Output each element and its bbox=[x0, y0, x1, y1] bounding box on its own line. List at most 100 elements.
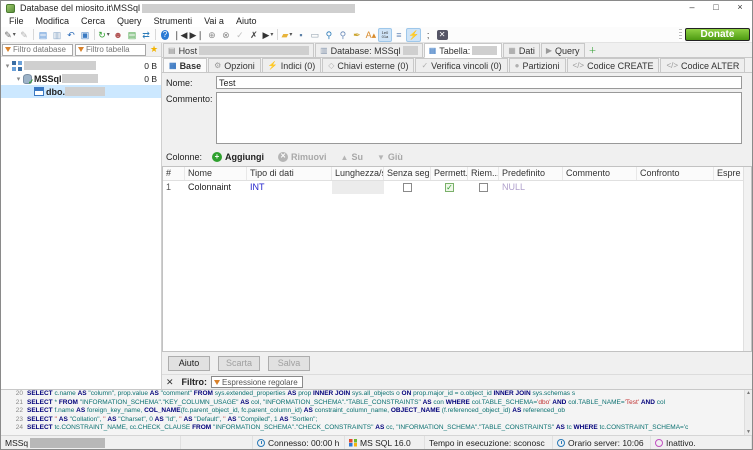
log-scrollbar[interactable]: ▲ ▼ bbox=[744, 390, 752, 435]
sql-log-line[interactable]: 22 SELECT f.name AS foreign_key_name, COL… bbox=[1, 407, 752, 416]
save-button[interactable]: Salva bbox=[268, 355, 310, 371]
cell-collation[interactable] bbox=[637, 181, 714, 194]
grid-header-predefinito[interactable]: Predefinito bbox=[499, 167, 563, 180]
donate-button[interactable]: Donate bbox=[685, 28, 750, 41]
tab-table[interactable]: ▦ Tabella: bbox=[423, 43, 503, 58]
cell-num[interactable]: 1 bbox=[163, 181, 185, 194]
subtab-base[interactable]: ▦ Base bbox=[163, 58, 208, 72]
sql-log-line[interactable]: 24 SELECT tc.CONSTRAINT_NAME, cc.CHECK_CL… bbox=[1, 424, 752, 433]
minimize-button[interactable]: – bbox=[680, 1, 704, 15]
name-input[interactable] bbox=[216, 76, 742, 89]
toolbar-stop-icon[interactable]: ✕ bbox=[435, 28, 449, 42]
scroll-down-icon[interactable]: ▼ bbox=[746, 429, 751, 435]
menu-cerca[interactable]: Cerca bbox=[75, 15, 111, 27]
toolbar-cancel-record-icon[interactable]: ⊗ bbox=[219, 28, 233, 42]
tree-node-database[interactable]: ▾ MSSql 0 B bbox=[1, 72, 161, 86]
toolbar-case-warning-icon[interactable]: A▴ bbox=[364, 28, 378, 42]
toolbar-format-brush-icon[interactable]: ✒ bbox=[350, 28, 364, 42]
cell-type[interactable]: INT bbox=[247, 181, 332, 194]
grid-header-riem[interactable]: Riem... bbox=[468, 167, 499, 180]
tree-node-server[interactable]: ▾ 0 B bbox=[1, 59, 161, 72]
scroll-up-icon[interactable]: ▲ bbox=[746, 390, 751, 396]
toolbar-run-query-icon[interactable]: ▶ ▾ bbox=[261, 28, 275, 42]
grid-header-tipo-di-dati[interactable]: Tipo di dati bbox=[247, 167, 332, 180]
cell-length[interactable] bbox=[332, 181, 384, 194]
tree-expander-icon[interactable]: ▾ bbox=[14, 75, 23, 83]
cell-name[interactable]: Colonnaint bbox=[185, 181, 247, 194]
table-row[interactable]: 1 Colonnaint INT ✓ NULL bbox=[163, 181, 751, 194]
move-up-button[interactable]: ▲ Su bbox=[341, 152, 363, 162]
zerofill-checkbox[interactable] bbox=[479, 183, 488, 192]
toolbar-copy-icon[interactable]: ▤ bbox=[36, 28, 50, 42]
close-filter-icon[interactable]: ✕ bbox=[166, 377, 174, 388]
sql-log-line[interactable]: 20 SELECT c.name AS "column", prop.value … bbox=[1, 390, 752, 399]
unsigned-checkbox[interactable] bbox=[403, 183, 412, 192]
tab-host[interactable]: ▤ Host bbox=[163, 43, 315, 57]
toolbar-post-record-icon[interactable]: ✓ bbox=[233, 28, 247, 42]
toolbar-wrap-lines-icon[interactable]: ≡ bbox=[392, 28, 406, 42]
sql-log-line[interactable]: 23 SELECT '' AS "Collation", '' AS "Chars… bbox=[1, 416, 752, 425]
menu-vai-a[interactable]: Vai a bbox=[198, 15, 230, 27]
grid-header-confronto[interactable]: Confronto bbox=[637, 167, 714, 180]
toolbar-drag-handle[interactable] bbox=[679, 29, 682, 41]
tree-expander-icon[interactable]: ▾ bbox=[3, 62, 12, 70]
log-filter-input[interactable]: Espressione regolare bbox=[211, 376, 304, 388]
toolbar-semicolon-icon[interactable]: ; bbox=[421, 28, 435, 42]
subtab-options[interactable]: ⚙ Opzioni bbox=[208, 58, 261, 72]
toolbar-undo-icon[interactable]: ↶ bbox=[64, 28, 78, 42]
toolbar-disconnect-icon[interactable]: ✎ bbox=[17, 28, 31, 42]
tree-node-table[interactable]: dbo. bbox=[1, 85, 161, 98]
toolbar-delete-record-icon[interactable]: ✗ bbox=[247, 28, 261, 42]
maximize-button[interactable]: □ bbox=[704, 1, 728, 15]
allow-null-checkbox[interactable]: ✓ bbox=[445, 183, 454, 192]
cell-default[interactable]: NULL bbox=[499, 181, 563, 194]
toolbar-monitor-icon[interactable]: ▭ bbox=[308, 28, 322, 42]
toolbar-refresh-icon[interactable]: ↻ ▾ bbox=[97, 28, 111, 42]
toolbar-find-replace-icon[interactable]: ⚲ bbox=[336, 28, 350, 42]
cell-expression[interactable] bbox=[714, 181, 746, 194]
grid-header-senza-segno[interactable]: Senza segno bbox=[384, 167, 431, 180]
menu-file[interactable]: File bbox=[3, 15, 30, 27]
grid-header-nome[interactable]: Nome bbox=[185, 167, 247, 180]
sql-log-line[interactable]: 21 SELECT * FROM "INFORMATION_SCHEMA"."KE… bbox=[1, 399, 752, 408]
remove-column-button[interactable]: ✕ Rimuovi bbox=[278, 152, 327, 162]
favorites-star-icon[interactable]: ★ bbox=[147, 44, 161, 55]
table-filter-input[interactable]: Filtro tabella bbox=[75, 43, 146, 56]
toolbar-search-icon[interactable]: ⚲ bbox=[322, 28, 336, 42]
cell-comment[interactable] bbox=[563, 181, 637, 194]
toolbar-export-file-icon[interactable]: ▤ bbox=[125, 28, 139, 42]
grid-scrollbar[interactable] bbox=[743, 167, 751, 351]
toolbar-user-manager-icon[interactable]: ☻ bbox=[111, 28, 125, 42]
toolbar-load-file-icon[interactable]: ▰ ▾ bbox=[280, 28, 294, 42]
menu-strumenti[interactable]: Strumenti bbox=[148, 15, 199, 27]
menu-query[interactable]: Query bbox=[111, 15, 148, 27]
toolbar-help-icon[interactable]: ? bbox=[158, 28, 172, 42]
subtab-indexes[interactable]: ⚡ Indici (0) bbox=[261, 58, 322, 72]
toolbar-binary-view-icon[interactable]: 1e0 01a bbox=[377, 27, 392, 42]
comment-textarea[interactable] bbox=[216, 92, 742, 144]
toolbar-data-flow-icon[interactable]: ⇄ bbox=[139, 28, 153, 42]
toolbar-print-icon[interactable]: ▣ bbox=[78, 28, 92, 42]
subtab-alter-code[interactable]: </> Codice ALTER bbox=[660, 58, 746, 72]
toolbar-reformat-icon[interactable]: ⚡ bbox=[405, 27, 422, 42]
tab-database[interactable]: ▥ Database: MSSql bbox=[315, 43, 423, 57]
grid-header-[interactable]: # bbox=[163, 167, 185, 180]
toolbar-first-record-icon[interactable]: ❘◀ bbox=[172, 28, 188, 42]
toolbar-session-manager-icon[interactable]: ✎ ▾ bbox=[3, 28, 17, 42]
toolbar-paste-icon[interactable]: ▥ bbox=[50, 28, 64, 42]
close-button[interactable]: × bbox=[728, 1, 752, 15]
add-column-button[interactable]: + Aggiungi bbox=[212, 152, 264, 162]
new-query-tab-button[interactable]: ＋ bbox=[586, 44, 600, 57]
subtab-check-constraints[interactable]: ✓ Verifica vincoli (0) bbox=[415, 58, 508, 72]
tab-data[interactable]: ▦ Dati bbox=[503, 43, 540, 57]
toolbar-insert-record-icon[interactable]: ⊕ bbox=[205, 28, 219, 42]
discard-button[interactable]: Scarta bbox=[218, 355, 260, 371]
toolbar-last-record-icon[interactable]: ▶❘ bbox=[188, 28, 204, 42]
toolbar-save-file-icon[interactable]: ▪ bbox=[294, 28, 308, 42]
menu-modifica[interactable]: Modifica bbox=[30, 15, 76, 27]
database-filter-input[interactable]: Filtro database bbox=[2, 43, 73, 56]
grid-header-permett[interactable]: Permett... bbox=[431, 167, 468, 180]
tab-query[interactable]: ▶ Query bbox=[540, 43, 585, 57]
grid-header-espre[interactable]: Espre bbox=[714, 167, 746, 180]
move-down-button[interactable]: ▼ Giù bbox=[377, 152, 403, 162]
